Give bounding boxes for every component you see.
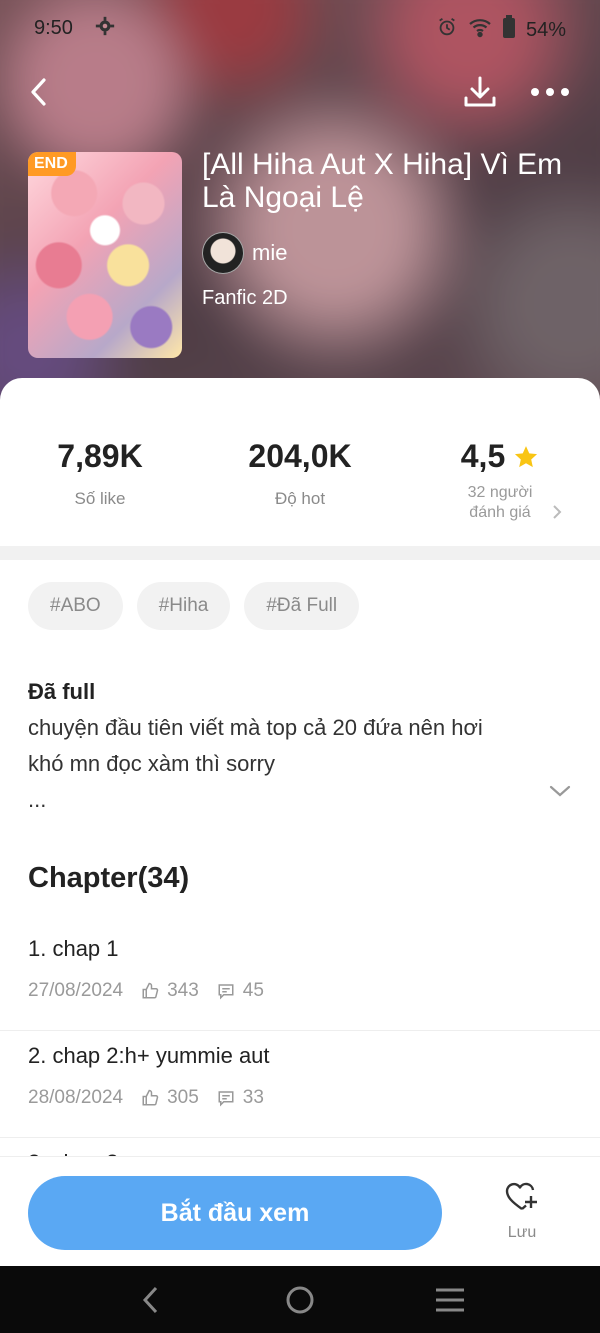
notification-gear-icon [94, 15, 116, 43]
chapter-comments: 33 [242, 1087, 264, 1108]
description-line: khó mn đọc xàm thì sorry [28, 751, 275, 776]
heart-plus-icon [505, 1182, 537, 1210]
story-cover-image[interactable]: END [28, 152, 182, 358]
chapter-comments: 45 [242, 980, 264, 1001]
thumbs-up-icon [142, 1089, 159, 1106]
tag-chip[interactable]: #Hiha [136, 582, 231, 630]
chapter-title: 1. chap 1 [28, 936, 119, 961]
save-button[interactable]: Lưu [490, 1181, 554, 1242]
nav-recents-button[interactable] [430, 1280, 470, 1320]
star-icon [515, 445, 538, 467]
status-time: 9:50 [34, 17, 73, 39]
battery-icon [502, 15, 516, 45]
likes-label: Số like [74, 489, 126, 508]
more-dots-icon [531, 88, 569, 96]
wifi-icon [468, 16, 492, 44]
rating-value: 4,5 [460, 438, 506, 474]
status-bar: 9:50 54% [0, 0, 600, 56]
nav-menu-icon [436, 1288, 464, 1312]
rating-count-label: đánh giá [469, 504, 531, 521]
story-title: [All Hiha Aut X Hiha] Vì Em Là Ngoại Lệ [202, 148, 563, 214]
tag-list: #ABO #Hiha #Đã Full [28, 582, 360, 630]
author-link[interactable]: mie [202, 232, 287, 274]
bottom-action-bar: Bắt đầu xem Lưu [0, 1156, 600, 1266]
avatar [202, 232, 244, 274]
thumbs-up-icon [142, 982, 159, 999]
nav-home-button[interactable] [280, 1280, 320, 1320]
battery-percent: 54% [525, 18, 566, 41]
chapter-date: 27/08/2024 [28, 980, 124, 1001]
start-reading-button[interactable]: Bắt đầu xem [28, 1176, 442, 1250]
chapter-title: 2. chap 2:h+ yummie aut [28, 1043, 270, 1068]
stat-likes: 7,89K Số like [0, 438, 200, 509]
story-description: Đã full chuyện đầu tiên viết mà top cả 2… [28, 674, 548, 818]
end-badge: END [28, 152, 76, 176]
section-divider [0, 546, 600, 560]
chapters-heading: Chapter(34) [28, 862, 190, 894]
stat-rating[interactable]: 4,5 32 người đánh giá [400, 438, 600, 523]
comment-icon [218, 984, 234, 1000]
story-genre: Fanfic 2D [202, 287, 288, 309]
save-label: Lưu [507, 1224, 537, 1241]
chapter-row[interactable]: 1. chap 1 27/08/2024 343 45 [0, 924, 600, 1031]
chevron-right-icon[interactable] [552, 504, 564, 525]
chapter-row[interactable]: 2. chap 2:h+ yummie aut 28/08/2024 305 3… [0, 1031, 600, 1138]
nav-home-icon [286, 1286, 314, 1314]
download-icon [464, 76, 496, 107]
story-header: 9:50 54% END [All Hiha Aut X Hiha] Vì Em… [0, 0, 600, 410]
tag-chip[interactable]: #Đã Full [244, 582, 360, 630]
chapter-date: 28/08/2024 [28, 1087, 124, 1108]
stats-row: 7,89K Số like 204,0K Độ hot 4,5 32 người… [0, 438, 600, 548]
chapter-likes: 343 [167, 980, 199, 1001]
tag-chip[interactable]: #ABO [28, 582, 123, 630]
likes-value: 7,89K [57, 438, 143, 474]
description-line: chuyện đầu tiên viết mà top cả 20 đứa nê… [28, 715, 483, 740]
description-heading: Đã full [28, 679, 96, 704]
comment-icon [218, 1091, 234, 1107]
alarm-icon [436, 16, 458, 44]
download-button[interactable] [458, 70, 502, 114]
chapter-likes: 305 [167, 1087, 199, 1108]
back-button[interactable] [18, 70, 62, 114]
hot-value: 204,0K [248, 438, 352, 474]
chevron-left-icon [31, 78, 46, 106]
stat-hot: 204,0K Độ hot [200, 438, 400, 509]
expand-description-chevron-icon[interactable] [548, 784, 572, 803]
more-options-button[interactable] [528, 70, 572, 114]
nav-back-button[interactable] [130, 1280, 170, 1320]
hot-label: Độ hot [274, 489, 326, 508]
rating-count: 32 người [467, 484, 533, 501]
system-navigation-bar [0, 1266, 600, 1333]
author-name: mie [252, 240, 288, 265]
nav-back-icon [142, 1286, 158, 1314]
description-ellipsis: ... [28, 787, 47, 812]
